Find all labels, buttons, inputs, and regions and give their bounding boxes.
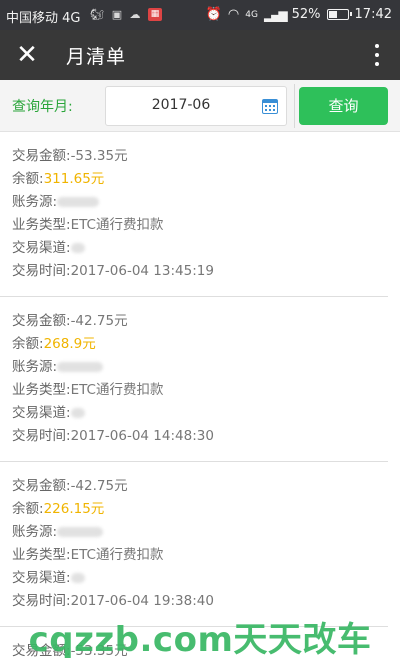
channel-label: 交易渠道:: [12, 405, 71, 421]
time-value: 2017-06-04 14:48:30: [70, 428, 214, 444]
amount-line: 交易金额:-53.35元: [12, 145, 388, 168]
query-bar: 查询年月: 2017-06 查询: [0, 80, 400, 132]
time-line: 交易时间:2017-06-04 19:38:40: [12, 590, 388, 613]
amount-value: -42.75元: [70, 478, 128, 494]
balance-value: 226.15元: [43, 501, 105, 517]
amount-value: -42.75元: [70, 313, 128, 329]
time-value: 2017-06-04 19:38:40: [70, 593, 214, 609]
channel-value-redacted: [70, 408, 85, 418]
balance-label: 余额:: [12, 171, 44, 187]
amount-line: 交易金额:-42.75元: [12, 475, 388, 498]
source-label: 账务源:: [12, 194, 58, 210]
status-right-group: ⏰ ◠ 4G ▂▄▆ 52% 17:42: [200, 7, 392, 22]
type-line: 业务类型:ETC通行费扣款: [12, 544, 388, 567]
alarm-icon: ⏰: [205, 7, 222, 22]
battery-fill: [328, 11, 338, 18]
wifi-icon: ◠: [227, 7, 240, 22]
source-label: 账务源:: [12, 359, 58, 375]
balance-line: 余额:226.15元: [12, 498, 388, 521]
watermark: cqzzb.com天天改车: [28, 620, 372, 660]
more-vertical-icon[interactable]: [366, 38, 388, 72]
clock: 17:42: [354, 7, 392, 22]
balance-label: 余额:: [12, 501, 44, 517]
amount-label: 交易金额:: [12, 313, 71, 329]
transaction-list[interactable]: 交易金额:-53.35元 余额:311.65元 账务源: 业务类型:ETC通行费…: [0, 132, 400, 665]
status-bar: 中国移动 4G 🐿 ▣ ☁ ▦ ⏰ ◠ 4G ▂▄▆ 52% 17:42: [0, 0, 400, 30]
title-bar: ✕ 月清单: [0, 30, 400, 80]
type-label: 业务类型:: [12, 382, 71, 398]
type-label: 业务类型:: [12, 547, 71, 563]
source-value-redacted: [57, 362, 104, 372]
squirrel-app-icon: 🐿: [90, 8, 104, 21]
time-label: 交易时间:: [12, 428, 71, 444]
red-app-notification-icon: ▦: [148, 8, 162, 21]
battery-icon: [326, 9, 352, 20]
source-line: 账务源:: [12, 191, 388, 214]
carrier-label: 中国移动 4G: [6, 11, 81, 26]
source-label: 账务源:: [12, 524, 58, 540]
transaction-record: 交易金额:-42.75元 余额:268.9元 账务源: 业务类型:ETC通行费扣…: [0, 297, 388, 462]
time-label: 交易时间:: [12, 593, 71, 609]
time-line: 交易时间:2017-06-04 14:48:30: [12, 425, 388, 448]
amount-label: 交易金额:: [12, 148, 71, 164]
channel-line: 交易渠道:: [12, 237, 388, 260]
page-title: 月清单: [66, 46, 127, 68]
signal-icon: ▂▄▆: [263, 7, 288, 22]
time-value: 2017-06-04 13:45:19: [70, 263, 214, 279]
channel-line: 交易渠道:: [12, 567, 388, 590]
query-button[interactable]: 查询: [299, 87, 388, 125]
type-value: ETC通行费扣款: [70, 382, 164, 398]
balance-line: 余额:311.65元: [12, 168, 388, 191]
source-line: 账务源:: [12, 356, 388, 379]
balance-label: 余额:: [12, 336, 44, 352]
battery-percent: 52%: [291, 7, 321, 22]
month-input[interactable]: 2017-06: [105, 86, 287, 126]
close-icon[interactable]: ✕: [10, 38, 44, 72]
cloud-notification-icon: ☁: [129, 8, 141, 21]
time-label: 交易时间:: [12, 263, 71, 279]
balance-value: 268.9元: [43, 336, 96, 352]
amount-value: -53.35元: [70, 148, 128, 164]
balance-value: 311.65元: [43, 171, 105, 187]
channel-value-redacted: [70, 243, 85, 253]
type-value: ETC通行费扣款: [70, 547, 164, 563]
calendar-icon[interactable]: [262, 99, 278, 114]
amount-label: 交易金额:: [12, 478, 71, 494]
channel-label: 交易渠道:: [12, 240, 71, 256]
month-value: 2017-06: [151, 97, 211, 113]
channel-line: 交易渠道:: [12, 402, 388, 425]
source-value-redacted: [57, 197, 100, 207]
transaction-record: 交易金额:-42.75元 余额:226.15元 账务源: 业务类型:ETC通行费…: [0, 462, 388, 627]
time-line: 交易时间:2017-06-04 13:45:19: [12, 260, 388, 283]
divider: [294, 84, 295, 128]
channel-value-redacted: [70, 573, 85, 583]
image-notification-icon: ▣: [111, 8, 123, 21]
type-label: 业务类型:: [12, 217, 71, 233]
query-month-label: 查询年月:: [12, 99, 73, 115]
channel-label: 交易渠道:: [12, 570, 71, 586]
type-line: 业务类型:ETC通行费扣款: [12, 214, 388, 237]
amount-line: 交易金额:-42.75元: [12, 310, 388, 333]
balance-line: 余额:268.9元: [12, 333, 388, 356]
source-value-redacted: [57, 527, 104, 537]
transaction-record: 交易金额:-53.35元 余额:311.65元 账务源: 业务类型:ETC通行费…: [0, 132, 388, 297]
type-value: ETC通行费扣款: [70, 217, 164, 233]
type-line: 业务类型:ETC通行费扣款: [12, 379, 388, 402]
network-type-label: 4G: [245, 9, 258, 20]
source-line: 账务源:: [12, 521, 388, 544]
